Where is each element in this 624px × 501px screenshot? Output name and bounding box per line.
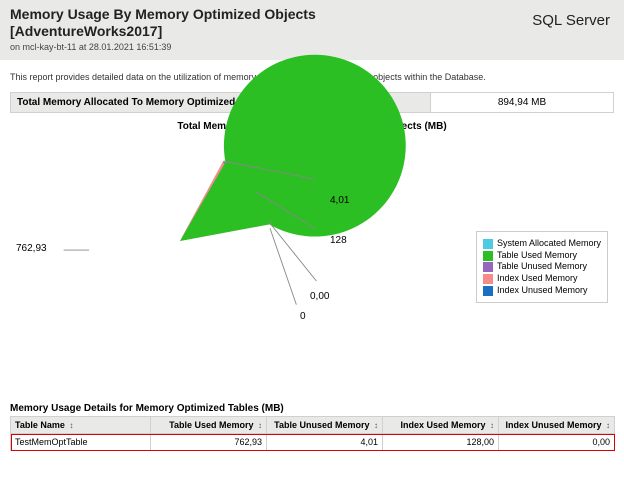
legend-item: System Allocated Memory (483, 238, 601, 250)
legend-label: System Allocated Memory (497, 238, 601, 250)
col-label: Index Unused Memory (505, 420, 601, 430)
sort-icon[interactable]: ↕ (606, 421, 610, 430)
col-index-unused[interactable]: Index Unused Memory ↕ (499, 417, 615, 434)
legend-swatch (483, 239, 493, 249)
col-index-used[interactable]: Index Used Memory ↕ (383, 417, 499, 434)
legend-label: Index Unused Memory (497, 285, 588, 297)
cell-table-name: TestMemOptTable (11, 434, 151, 451)
report-title: Memory Usage By Memory Optimized Objects… (10, 6, 614, 40)
pie-label-system-allocated: 0,00 (310, 291, 329, 302)
pie-label-table-used: 762,93 (16, 243, 47, 254)
legend-item: Table Unused Memory (483, 261, 601, 273)
report-title-line1: Memory Usage By Memory Optimized Objects (10, 6, 316, 22)
col-table-unused[interactable]: Table Unused Memory ↕ (267, 417, 383, 434)
total-memory-value: 894,94 MB (431, 92, 614, 113)
col-label: Table Unused Memory (274, 420, 369, 430)
report-header-bar: Memory Usage By Memory Optimized Objects… (0, 0, 624, 60)
sort-icon[interactable]: ↕ (258, 421, 262, 430)
legend-label: Table Used Memory (497, 250, 577, 262)
table-row[interactable]: TestMemOptTable 762,93 4,01 128,00 0,00 (11, 434, 615, 451)
details-section-title: Memory Usage Details for Memory Optimize… (10, 403, 614, 414)
report-title-line2: [AdventureWorks2017] (10, 23, 162, 39)
table-header-row: Table Name ↕ Table Used Memory ↕ Table U… (11, 417, 615, 434)
legend-item: Table Used Memory (483, 250, 601, 262)
legend-swatch (483, 286, 493, 296)
legend-swatch (483, 274, 493, 284)
cell-table-unused: 4,01 (267, 434, 383, 451)
col-label: Table Used Memory (169, 420, 253, 430)
col-label: Table Name (15, 420, 65, 430)
details-table: Table Name ↕ Table Used Memory ↕ Table U… (10, 416, 615, 451)
legend-swatch (483, 262, 493, 272)
pie-label-index-unused: 0 (300, 311, 306, 322)
pie-chart-area: Total Memory Usage By Memory Optimized O… (10, 121, 614, 381)
chart-legend: System Allocated Memory Table Used Memor… (476, 231, 608, 303)
product-label: SQL Server (532, 12, 610, 29)
col-label: Index Used Memory (400, 420, 485, 430)
legend-label: Index Used Memory (497, 273, 578, 285)
legend-swatch (483, 251, 493, 261)
sort-icon[interactable]: ↕ (69, 421, 73, 430)
legend-label: Table Unused Memory (497, 261, 587, 273)
pie-label-table-unused: 4,01 (330, 195, 349, 206)
pie-svg (80, 141, 280, 341)
pie-chart (80, 141, 280, 341)
cell-index-used: 128,00 (383, 434, 499, 451)
legend-item: Index Used Memory (483, 273, 601, 285)
sort-icon[interactable]: ↕ (374, 421, 378, 430)
pie-label-index-used: 128 (330, 235, 347, 246)
legend-item: Index Unused Memory (483, 285, 601, 297)
sort-icon[interactable]: ↕ (490, 421, 494, 430)
report-subtitle: on mcl-kay-bt-11 at 28.01.2021 16:51:39 (10, 42, 614, 52)
cell-index-unused: 0,00 (499, 434, 615, 451)
col-table-used[interactable]: Table Used Memory ↕ (151, 417, 267, 434)
cell-table-used: 762,93 (151, 434, 267, 451)
col-table-name[interactable]: Table Name ↕ (11, 417, 151, 434)
